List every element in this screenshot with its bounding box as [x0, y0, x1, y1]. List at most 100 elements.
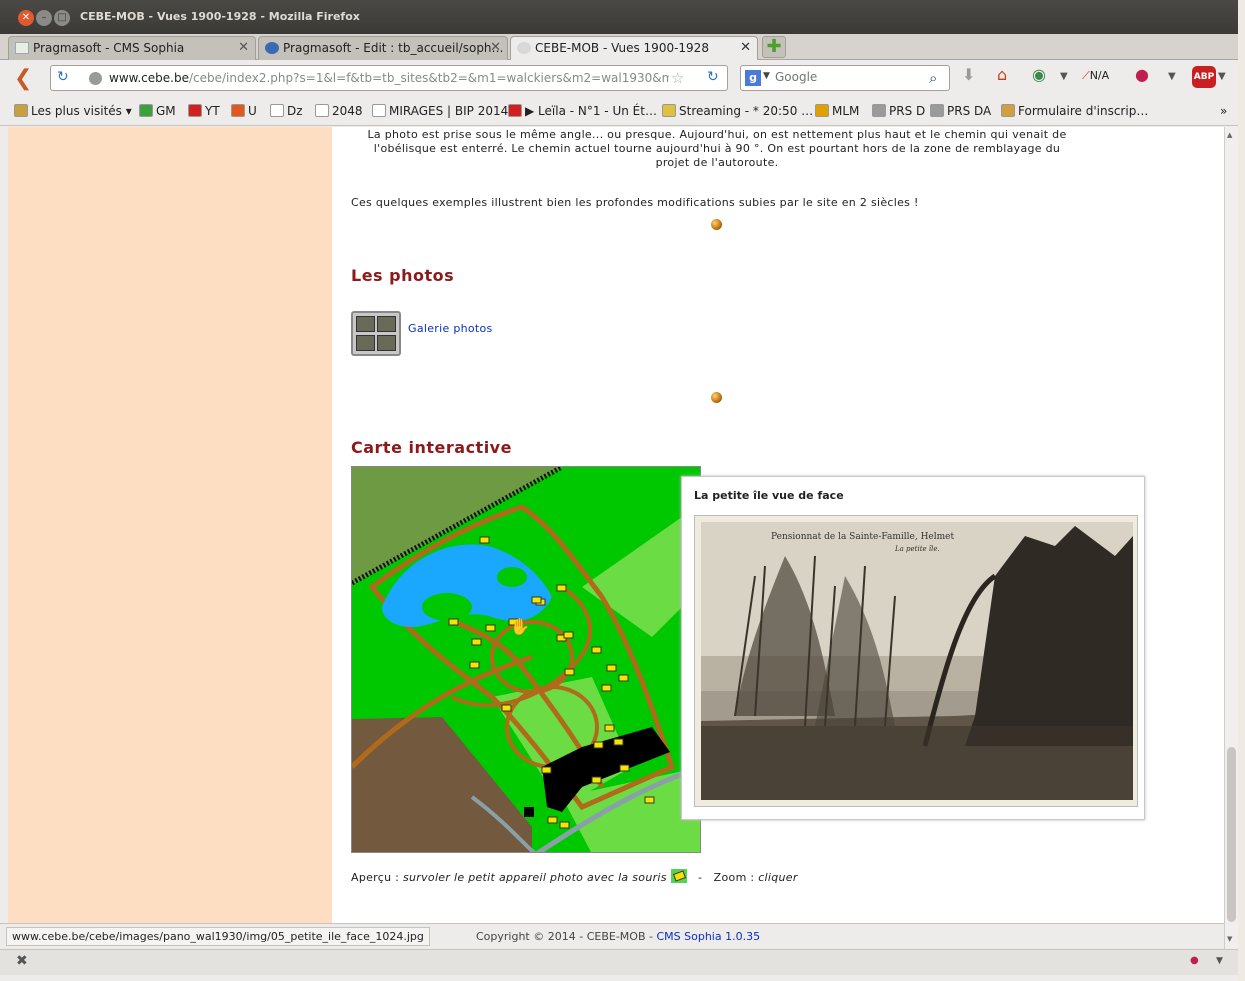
bookmark-item[interactable]: Streaming - * 20:50 … — [662, 104, 813, 118]
bookmark-label: PRS DA — [947, 104, 992, 118]
postcard-caption: Pensionnat de la Sainte-Famille, Helmet — [771, 532, 955, 542]
photos-heading: Les photos — [351, 266, 455, 285]
scroll-up-icon[interactable]: ▲ — [1227, 131, 1232, 139]
cms-link[interactable]: CMS Sophia 1.0.35 — [656, 930, 760, 943]
bookmark-item[interactable]: MIRAGES | BIP 2014 — [372, 104, 508, 118]
postcard-subcaption: La petite île. — [895, 545, 940, 553]
maximize-window-icon[interactable]: □ — [54, 10, 70, 26]
bookmark-item[interactable]: PRS DA — [930, 104, 991, 118]
page-favicon-icon — [15, 42, 29, 54]
intro-paragraph: La photo est prise sous le même angle...… — [367, 128, 1067, 169]
minimize-window-icon[interactable]: – — [36, 10, 52, 26]
chevron-down-icon[interactable]: ▼ — [1168, 71, 1176, 82]
svg-text:✋: ✋ — [510, 617, 530, 636]
url-bar[interactable]: ↻ www.cebe.be/cebe/index2.php?s=1&l=f&tb… — [50, 65, 728, 91]
addon-status-icon[interactable]: ● — [1190, 955, 1199, 966]
scroll-down-icon[interactable]: ▼ — [1227, 935, 1232, 943]
search-icon[interactable]: ⌕ — [929, 69, 937, 87]
desktop-edge — [1238, 0, 1245, 981]
tab-label: Pragmasoft - Edit : tb_accueil/soph… — [283, 41, 504, 55]
globe-addon-icon[interactable]: ◉ — [1032, 65, 1046, 84]
bookmark-item[interactable]: Dz — [270, 104, 303, 118]
bookmarks-toolbar: Les plus visités ▾ GM YT U Dz 2048 MIRAGES | B… — [0, 96, 1238, 126]
tab-cebe-mob[interactable]: CEBE-MOB - Vues 1900-1928 ✕ — [510, 36, 758, 61]
popup-title: La petite île vue de face — [694, 489, 844, 502]
close-tab-icon[interactable]: ✕ — [490, 40, 501, 55]
close-addon-bar-icon[interactable]: ✖ — [16, 953, 28, 969]
close-window-icon[interactable]: ✕ — [18, 10, 34, 26]
bookmark-favicon-icon — [815, 104, 829, 117]
bookmark-favicon-icon — [662, 104, 676, 117]
separator-bullet-icon — [711, 219, 722, 230]
window-title: CEBE-MOB - Vues 1900-1928 - Mozilla Fire… — [80, 10, 360, 23]
map-heading: Carte interactive — [351, 438, 512, 457]
bookmark-label: MIRAGES | BIP 2014 — [389, 104, 509, 118]
globe-icon — [89, 72, 102, 85]
bookmark-item[interactable]: MLM — [815, 104, 859, 118]
back-arrow-icon[interactable]: ❮ — [14, 66, 32, 91]
interactive-map[interactable]: ✋ — [351, 466, 701, 853]
reload-icon[interactable]: ↻ — [57, 69, 69, 85]
download-arrow-icon[interactable]: ⬇ — [962, 65, 975, 84]
tab-label: CEBE-MOB - Vues 1900-1928 — [535, 41, 709, 55]
bookmark-item[interactable]: Formulaire d'inscrip… — [1001, 104, 1148, 118]
bookmark-item[interactable]: U — [231, 104, 257, 118]
bookmark-favicon-icon — [188, 104, 202, 117]
zoom-separator: - — [698, 871, 703, 884]
bookmark-item[interactable]: PRS D — [872, 104, 925, 118]
page-favicon-icon — [517, 42, 531, 54]
gallery-photos-link[interactable]: Galerie photos — [408, 322, 493, 335]
google-engine-icon[interactable]: g — [745, 70, 761, 86]
bookmark-label: YT — [205, 104, 220, 118]
bookmark-label: Les plus visités ▾ — [31, 104, 132, 118]
title-bar: ✕ – □ CEBE-MOB - Vues 1900-1928 - Mozill… — [0, 0, 1238, 34]
chevron-down-icon[interactable]: ▼ — [1218, 71, 1226, 82]
adblock-icon[interactable]: ABP — [1192, 66, 1216, 88]
search-box[interactable]: g ▼ ⌕ — [740, 65, 950, 91]
gallery-thumbnail-icon[interactable] — [351, 311, 401, 356]
search-input[interactable] — [775, 70, 925, 84]
go-reload-icon[interactable]: ↻ — [707, 69, 719, 85]
chevron-down-icon[interactable]: ▼ — [1060, 71, 1068, 82]
tab-pragmasoft-edit[interactable]: Pragmasoft - Edit : tb_accueil/soph… ✕ — [258, 36, 508, 60]
bookmarks-overflow-icon[interactable]: » — [1220, 104, 1227, 118]
bookmark-favicon-icon — [372, 104, 386, 117]
bookmark-item[interactable]: ▶ Leïla - N°1 - Un Ét… — [508, 104, 657, 118]
scrollbar-thumb[interactable] — [1227, 747, 1236, 922]
bookmark-item[interactable]: 2048 — [315, 104, 363, 118]
summary-paragraph: Ces quelques exemples illustrent bien le… — [351, 196, 919, 209]
home-icon[interactable]: ⌂ — [997, 65, 1007, 84]
map-instructions: Aperçu : survoler le petit appareil phot… — [351, 869, 798, 884]
bookmark-favicon-icon — [14, 104, 28, 117]
addon-icon[interactable]: ● — [1135, 65, 1149, 84]
bookmark-item[interactable]: YT — [188, 104, 220, 118]
close-tab-icon[interactable]: ✕ — [740, 40, 751, 55]
bookmark-favicon-icon — [231, 104, 245, 117]
apercu-hint: survoler le petit appareil photo avec la… — [402, 871, 667, 884]
url-text[interactable]: www.cebe.be/cebe/index2.php?s=1&l=f&tb=t… — [109, 71, 669, 85]
url-host: www.cebe.be — [109, 71, 189, 85]
zoom-hint: cliquer — [758, 871, 798, 884]
bookmark-star-icon[interactable]: ☆ — [671, 69, 684, 87]
chevron-down-icon[interactable]: ▼ — [763, 71, 770, 81]
tab-strip: Pragmasoft - CMS Sophia ✕ Pragmasoft - E… — [0, 34, 1238, 61]
close-tab-icon[interactable]: ✕ — [238, 40, 249, 55]
hover-url: www.cebe.be/cebe/images/pano_wal1930/img… — [6, 927, 430, 946]
navigation-toolbar: ❮ ↻ www.cebe.be/cebe/index2.php?s=1&l=f&… — [0, 60, 1238, 96]
url-path: /cebe/index2.php?s=1&l=f&tb=tb_sites&tb2… — [188, 71, 669, 85]
bookmark-label: GM — [156, 104, 176, 118]
chevron-down-icon[interactable]: ▼ — [1216, 956, 1223, 966]
bookmark-item[interactable]: GM — [139, 104, 176, 118]
camera-icon — [670, 869, 687, 883]
status-bar: www.cebe.be/cebe/images/pano_wal1930/img… — [0, 923, 1224, 949]
na-addon[interactable]: ⟋N/A — [1082, 69, 1109, 83]
bookmark-item[interactable]: Les plus visités ▾ — [14, 104, 132, 118]
apercu-label: Aperçu : — [351, 871, 400, 884]
vertical-scrollbar[interactable]: ▲ ▼ — [1224, 127, 1238, 949]
tab-pragmasoft-cms[interactable]: Pragmasoft - CMS Sophia ✕ — [8, 36, 256, 60]
postcard-photo: Pensionnat de la Sainte-Famille, Helmet … — [694, 515, 1138, 807]
bookmark-label: MLM — [832, 104, 860, 118]
bookmark-label: Dz — [287, 104, 303, 118]
bookmark-favicon-icon — [315, 104, 329, 117]
new-tab-button[interactable]: ✚ — [762, 36, 786, 58]
